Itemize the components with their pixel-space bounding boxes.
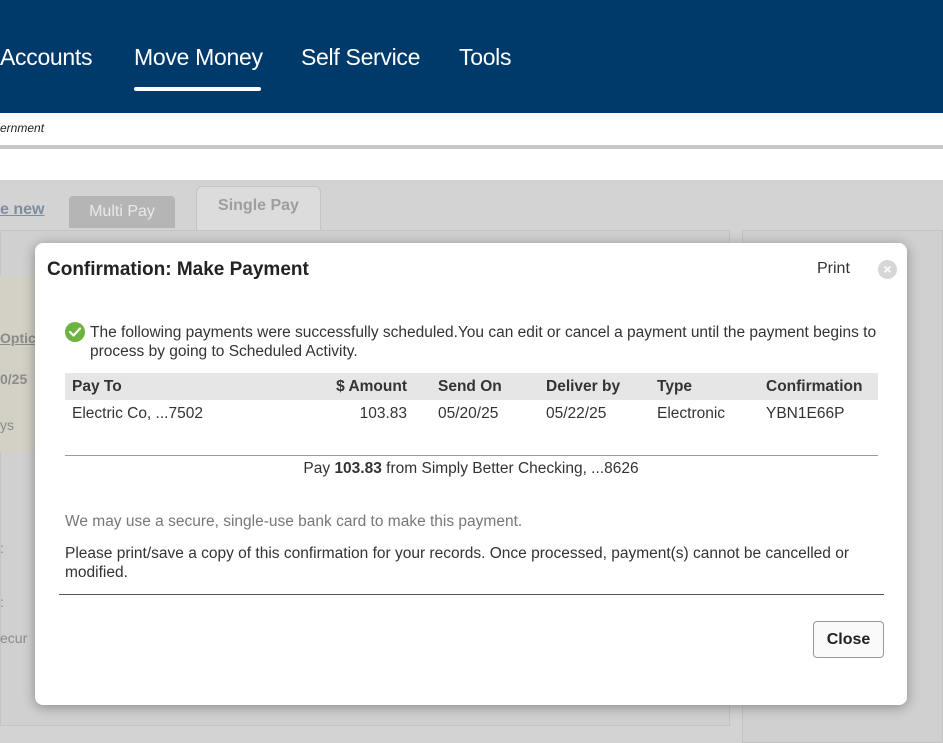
tab-single-pay: Single Pay bbox=[196, 186, 321, 230]
close-button[interactable]: Close bbox=[813, 621, 884, 658]
nav-item-accounts[interactable]: Accounts bbox=[0, 44, 93, 71]
background-fragment-days: ys bbox=[0, 417, 14, 433]
column-header-deliver-by: Deliver by bbox=[546, 373, 657, 400]
payments-table: Pay To $ Amount Send On Deliver by Type … bbox=[65, 373, 878, 428]
print-link[interactable]: Print bbox=[817, 260, 850, 278]
column-header-confirmation: Confirmation bbox=[766, 373, 878, 400]
background-link: e new bbox=[0, 201, 45, 218]
cell-type: Electronic bbox=[657, 405, 726, 422]
table-header-row: Pay To $ Amount Send On Deliver by Type … bbox=[65, 373, 878, 400]
confirmation-modal: Confirmation: Make Payment Print × The f… bbox=[35, 243, 907, 705]
close-icon[interactable]: × bbox=[878, 260, 897, 279]
divider bbox=[59, 594, 884, 595]
tab-multi-pay: Multi Pay bbox=[69, 196, 175, 228]
background-fragment-colon: : bbox=[0, 594, 4, 610]
summary-account: from Simply Better Checking, ...8626 bbox=[386, 460, 639, 477]
active-nav-indicator bbox=[134, 87, 261, 91]
cell-pay-to: Electric Co, ...7502 bbox=[72, 405, 203, 422]
nav-item-self-service[interactable]: Self Service bbox=[301, 44, 420, 71]
column-header-type: Type bbox=[657, 373, 766, 400]
column-header-amount: $ Amount bbox=[295, 373, 407, 400]
bank-card-note: We may use a secure, single-use bank car… bbox=[65, 513, 523, 530]
nav-item-tools[interactable]: Tools bbox=[459, 44, 512, 71]
cell-deliver-by: 05/22/25 bbox=[546, 405, 607, 422]
modal-title: Confirmation: Make Payment bbox=[47, 259, 309, 280]
success-message: The following payments were successfully… bbox=[90, 324, 877, 360]
divider bbox=[65, 455, 878, 456]
nav-item-move-money[interactable]: Move Money bbox=[134, 44, 263, 71]
table-row: Electric Co, ...7502 103.83 05/20/25 05/… bbox=[65, 400, 878, 428]
breadcrumb: ernment bbox=[0, 121, 45, 135]
column-header-send-on: Send On bbox=[407, 373, 546, 400]
page-header-strip bbox=[0, 149, 943, 180]
cell-confirmation: YBN1E66P bbox=[766, 405, 845, 422]
column-header-pay-to: Pay To bbox=[65, 373, 295, 400]
summary-prefix: Pay bbox=[303, 460, 331, 477]
background-fragment-optic: Optic bbox=[0, 330, 36, 346]
payment-summary: Pay 103.83 from Simply Better Checking, … bbox=[35, 460, 907, 478]
checkmark-icon bbox=[65, 322, 85, 342]
background-fragment-colon: : bbox=[0, 540, 4, 556]
cell-send-on: 05/20/25 bbox=[438, 405, 499, 422]
top-navigation: Accounts Move Money Self Service Tools bbox=[0, 0, 943, 113]
background-fragment-date: 0/25 bbox=[0, 371, 28, 387]
summary-amount: 103.83 bbox=[334, 460, 382, 477]
background-fragment-secure: ecur bbox=[0, 630, 28, 646]
print-notice: Please print/save a copy of this confirm… bbox=[65, 545, 849, 581]
breadcrumb-bar: ernment bbox=[0, 113, 943, 147]
cell-amount: 103.83 bbox=[359, 405, 407, 422]
